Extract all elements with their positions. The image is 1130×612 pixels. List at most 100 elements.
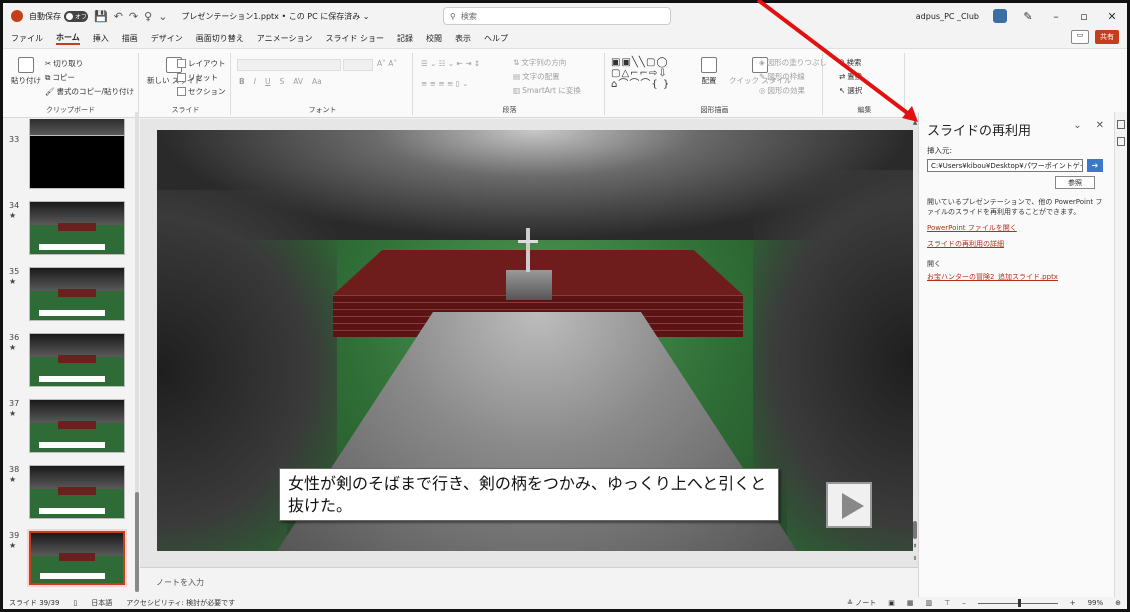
slide-thumbnail[interactable]	[29, 399, 125, 453]
insert-from-input[interactable]: C:¥Users¥kibou¥Desktop¥パワーポイントゲー	[927, 159, 1083, 172]
undo-icon[interactable]: ↶	[114, 10, 123, 23]
shadow-button[interactable]: S	[279, 77, 284, 86]
caption-textbox[interactable]: 女性が剣のそばまで行き、剣の柄をつかみ、ゆっくり上へと引くと抜けた。	[279, 468, 779, 521]
slide-thumbnail[interactable]	[29, 465, 125, 519]
reuse-details-link[interactable]: スライドの再利用の詳細	[927, 239, 1106, 249]
spacing-button[interactable]: AV	[293, 77, 303, 86]
minimize-button[interactable]: –	[1049, 10, 1063, 23]
shape-effects-button[interactable]: ◎ 図形の効果	[759, 85, 805, 96]
slide-thumbnail[interactable]	[29, 333, 125, 387]
replace-button[interactable]: ⇄ 置換	[839, 71, 862, 82]
copilot-icon[interactable]	[1117, 120, 1125, 129]
thumbnail-scroll-handle[interactable]	[135, 492, 139, 592]
maximize-button[interactable]: ▫	[1077, 10, 1091, 23]
zoom-out-icon[interactable]: –	[962, 599, 966, 607]
tab-9[interactable]: 校閲	[426, 33, 442, 44]
share-button[interactable]: 共有	[1095, 30, 1119, 44]
thumbnail-scrollbar[interactable]	[135, 112, 139, 592]
shape-fill-button[interactable]: ◈ 図形の塗りつぶし	[759, 57, 827, 68]
tab-2[interactable]: 挿入	[93, 33, 109, 44]
save-icon[interactable]: 💾	[94, 10, 108, 23]
user-name[interactable]: adpus_PC _Club	[916, 12, 979, 21]
bold-button[interactable]: B	[239, 77, 245, 86]
sword-pedestal[interactable]	[506, 270, 552, 300]
align-icons[interactable]: ≡ ≡ ≡ ≡ ▯ ⌄	[421, 79, 468, 88]
reset-button[interactable]: リセット	[177, 72, 218, 83]
slide-scroll-handle[interactable]	[913, 521, 917, 539]
autosave-toggle[interactable]: オフ	[64, 10, 88, 22]
slide-thumbnail[interactable]	[29, 267, 125, 321]
select-button[interactable]: ↖ 選択	[839, 85, 862, 96]
slideshow-icon[interactable]: ⊤	[944, 599, 950, 607]
tab-10[interactable]: 表示	[455, 33, 471, 44]
zoom-knob[interactable]	[1017, 598, 1021, 607]
tab-5[interactable]: 画面切り替え	[196, 33, 244, 44]
sword-hilt[interactable]	[518, 240, 538, 243]
pane-options-chevron-icon[interactable]: ⌄	[1073, 120, 1081, 131]
paste-button[interactable]: 貼り付け	[11, 57, 41, 86]
reuse-slides-icon[interactable]	[1117, 137, 1125, 146]
current-slide[interactable]: 女性が剣のそばまで行き、剣の柄をつかみ、ゆっくり上へと引くと抜けた。	[157, 130, 913, 551]
redo-icon[interactable]: ↷	[129, 10, 138, 23]
shapes-gallery[interactable]: ▣▣╲╲▢◯ ▢△⌐⌐⇨⇩ ⌂⌒⌒⌒{ }	[611, 57, 689, 91]
zoom-in-icon[interactable]: +	[1070, 599, 1076, 607]
spelling-icon[interactable]: ▯	[73, 599, 77, 607]
cut-button[interactable]: ✂ 切り取り	[45, 58, 83, 69]
font-size-select[interactable]	[343, 59, 373, 71]
pane-close-icon[interactable]: ✕	[1096, 120, 1104, 131]
pen-icon[interactable]: ✎	[1021, 10, 1035, 23]
tab-7[interactable]: スライド ショー	[325, 33, 384, 44]
font-name-select[interactable]	[237, 59, 341, 71]
text-direction-button[interactable]: ⇅ 文字列の方向	[513, 57, 566, 68]
align-text-button[interactable]: ▤ 文字の配置	[513, 71, 560, 82]
tab-1[interactable]: ホーム	[56, 32, 80, 45]
search-box[interactable]: ⚲ 検索	[443, 7, 671, 25]
autosave-control[interactable]: 自動保存 オフ	[29, 10, 88, 22]
tab-11[interactable]: ヘルプ	[484, 33, 508, 44]
start-presentation-icon[interactable]: ♀	[144, 10, 152, 23]
slide-thumbnail[interactable]	[29, 201, 125, 255]
go-arrow-button[interactable]: ➔	[1087, 159, 1103, 172]
slide-sorter-icon[interactable]: ▦	[907, 599, 914, 607]
change-case-button[interactable]: Aa	[312, 77, 322, 86]
font-grow-icon[interactable]: A˄ A˅	[377, 59, 397, 68]
zoom-slider[interactable]	[977, 598, 1058, 607]
notes-toggle-button[interactable]: ≙ ノート	[847, 598, 876, 608]
format-painter-button[interactable]: 🖌 書式のコピー/貼り付け	[45, 86, 134, 97]
language-indicator[interactable]: 日本語	[91, 598, 112, 608]
smartart-button[interactable]: ▥ SmartArt に変換	[513, 85, 581, 96]
tab-0[interactable]: ファイル	[11, 33, 43, 44]
reading-view-icon[interactable]: ▥	[925, 599, 932, 607]
find-button[interactable]: ⚲ 検索	[839, 57, 862, 68]
zoom-level[interactable]: 99%	[1088, 599, 1104, 607]
notes-pane[interactable]: ノートを入力	[140, 567, 918, 597]
underline-button[interactable]: U	[265, 77, 271, 86]
open-powerpoint-file-link[interactable]: PowerPoint ファイルを開く	[927, 223, 1106, 233]
customize-qat-icon[interactable]: ⌄	[158, 10, 167, 23]
slide-thumbnail[interactable]	[27, 529, 127, 587]
tab-8[interactable]: 記録	[397, 33, 413, 44]
normal-view-icon[interactable]: ▣	[888, 599, 895, 607]
recent-file-link[interactable]: お宝ハンターの冒険2_追加スライド.pptx	[927, 272, 1106, 282]
close-button[interactable]: ✕	[1105, 10, 1119, 23]
tab-6[interactable]: アニメーション	[257, 33, 313, 44]
browse-button[interactable]: 参照	[1055, 176, 1095, 189]
tab-4[interactable]: デザイン	[151, 33, 183, 44]
user-avatar[interactable]	[993, 9, 1007, 23]
arrange-button[interactable]: 配置	[701, 57, 717, 86]
fit-slide-icon[interactable]: ⊕	[1115, 599, 1121, 607]
copy-button[interactable]: ⧉ コピー	[45, 72, 75, 83]
shape-outline-button[interactable]: ✎ 図形の枠線	[759, 71, 805, 82]
italic-button[interactable]: I	[254, 77, 256, 86]
layout-button[interactable]: レイアウト	[177, 58, 226, 69]
comments-icon[interactable]: ▭	[1071, 30, 1089, 44]
document-title[interactable]: プレゼンテーション1.pptx • この PC に保存済み ⌄	[181, 11, 369, 22]
sword-blade[interactable]	[526, 228, 530, 272]
bullets-icon[interactable]: ☰ ⌄ ☷ ⌄ ⇤ ⇥ ↕	[421, 59, 480, 68]
accessibility-status[interactable]: アクセシビリティ: 検討が必要です	[126, 598, 235, 608]
section-button[interactable]: セクション	[177, 86, 226, 97]
text-direction-icon: ⇅	[513, 58, 520, 67]
play-next-button[interactable]	[826, 482, 872, 528]
slide-thumbnail[interactable]	[29, 135, 125, 189]
tab-3[interactable]: 描画	[122, 33, 138, 44]
